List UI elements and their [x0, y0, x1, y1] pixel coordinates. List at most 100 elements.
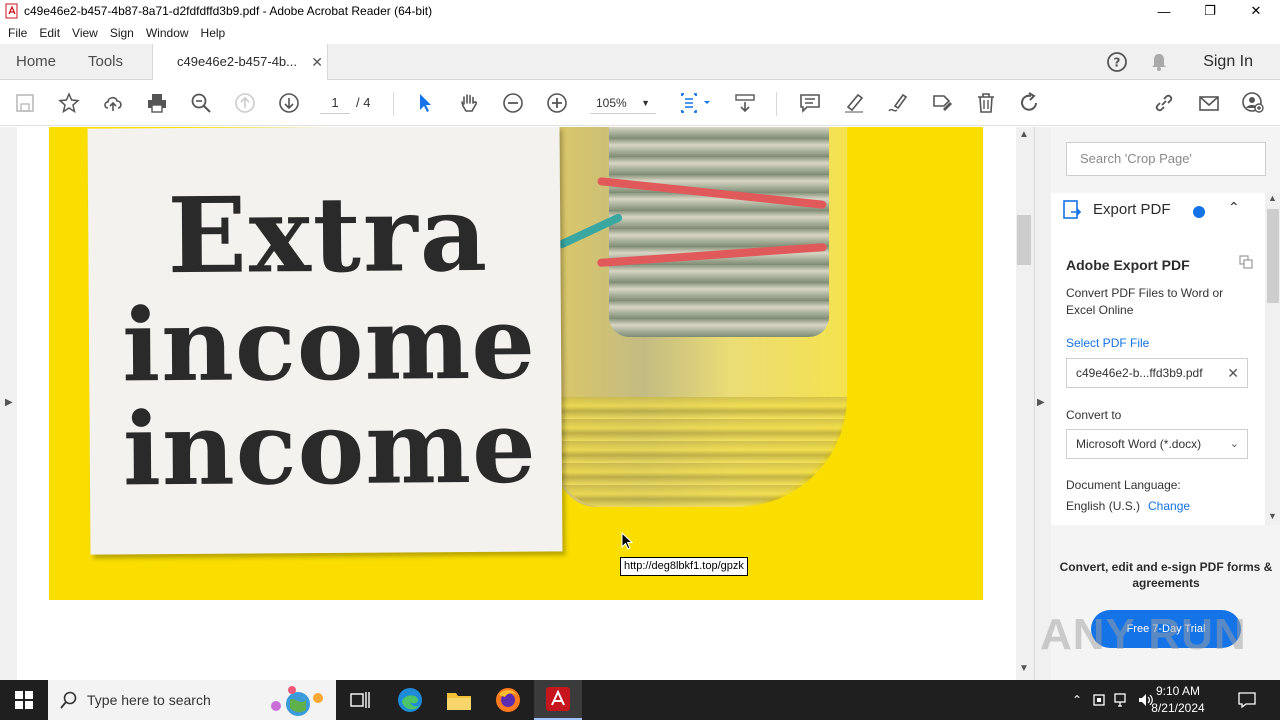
- copy-icon[interactable]: [1239, 255, 1253, 269]
- taskbar-search-box[interactable]: Type here to search: [48, 680, 336, 720]
- acrobat-taskbar-icon[interactable]: [534, 680, 582, 720]
- bookmark-star-icon[interactable]: [57, 91, 81, 115]
- document-scrollbar[interactable]: ▲ ▼ ▶: [1016, 127, 1044, 680]
- convert-format-value: Microsoft Word (*.docx): [1076, 437, 1202, 451]
- selected-file-name: c49e46e2-b...ffd3b9.pdf: [1076, 366, 1203, 380]
- close-window-button[interactable]: ✕: [1233, 0, 1279, 22]
- close-tab-icon[interactable]: ✕: [311, 44, 323, 80]
- selected-file-field[interactable]: c49e46e2-b...ffd3b9.pdf ✕: [1066, 358, 1248, 388]
- link-tooltip: http://deg8lbkf1.top/gpzk: [620, 557, 748, 576]
- left-pane-toggle[interactable]: ▶: [0, 127, 17, 680]
- select-pdf-file-link[interactable]: Select PDF File: [1066, 336, 1149, 350]
- toolbar-divider: [776, 92, 777, 116]
- document-language-label: Document Language:: [1066, 478, 1181, 492]
- menu-file[interactable]: File: [8, 26, 27, 40]
- promo-text: Convert, edit and e-sign PDF forms & agr…: [1059, 560, 1273, 590]
- email-icon[interactable]: [1197, 91, 1221, 115]
- scrollbar-thumb[interactable]: [1017, 215, 1031, 265]
- pdf-page: Extra income income: [17, 127, 1016, 680]
- previous-page-icon[interactable]: [233, 91, 257, 115]
- page-image[interactable]: Extra income income: [49, 127, 983, 600]
- acrobat-app-icon: [5, 3, 18, 19]
- taskbar-search-placeholder: Type here to search: [87, 692, 211, 708]
- ethernet-icon[interactable]: [1114, 693, 1130, 707]
- comment-icon[interactable]: [798, 91, 822, 115]
- page-total: / 4: [356, 95, 371, 110]
- sign-in-button[interactable]: Sign In: [1203, 44, 1253, 80]
- clock-time: 9:10 AM: [1155, 684, 1201, 698]
- upload-cloud-icon[interactable]: [101, 91, 125, 115]
- note-line-3: income: [122, 387, 538, 509]
- toolbar: 1 / 4 105% ▼: [0, 80, 1280, 126]
- tools-pane-content: Search 'Crop Page' Export PDF ⌃ Adobe Ex…: [1051, 127, 1280, 680]
- menu-view[interactable]: View: [72, 26, 98, 40]
- help-icon[interactable]: ?: [1106, 51, 1128, 73]
- taskbar-clock[interactable]: 9:10 AM 8/21/2024: [1140, 683, 1216, 717]
- zoom-level-select[interactable]: 105% ▼: [590, 92, 656, 114]
- pane-scrollbar-thumb[interactable]: [1267, 209, 1279, 303]
- save-icon[interactable]: [13, 91, 37, 115]
- scroll-mode-icon[interactable]: [733, 91, 757, 115]
- chevron-up-icon[interactable]: ⌃: [1228, 199, 1240, 216]
- network-status-icon[interactable]: [1092, 693, 1106, 707]
- change-language-link[interactable]: Change: [1148, 499, 1190, 513]
- note-line-2: income: [121, 283, 537, 405]
- adobe-export-pdf-title: Adobe Export PDF: [1066, 257, 1190, 273]
- tab-document[interactable]: c49e46e2-b457-4b... ✕: [152, 44, 328, 81]
- restore-button[interactable]: ❐: [1187, 0, 1233, 22]
- tools-search-input[interactable]: Search 'Crop Page': [1066, 142, 1266, 176]
- windows-logo-icon: [15, 691, 33, 709]
- scroll-down-icon[interactable]: ▼: [1268, 511, 1277, 521]
- rotate-icon[interactable]: [1018, 91, 1042, 115]
- draw-sign-icon[interactable]: [886, 91, 910, 115]
- zoom-in-icon[interactable]: [545, 91, 569, 115]
- zoom-out-icon[interactable]: [501, 91, 525, 115]
- note-line-1: Extra: [167, 171, 490, 298]
- file-explorer-icon[interactable]: [435, 680, 483, 720]
- zoom-level-value: 105%: [596, 96, 627, 110]
- menu-help[interactable]: Help: [201, 26, 226, 40]
- delete-trash-icon[interactable]: [974, 91, 998, 115]
- show-hidden-icons-chevron-icon[interactable]: ⌃: [1072, 693, 1082, 707]
- next-page-icon[interactable]: [277, 91, 301, 115]
- window-title: c49e46e2-b457-4b87-8a71-d2fdfdffd3b9.pdf…: [24, 4, 433, 18]
- highlight-pen-icon[interactable]: [842, 91, 866, 115]
- minimize-button[interactable]: —: [1141, 0, 1187, 22]
- svg-text:?: ?: [1114, 56, 1121, 70]
- print-icon[interactable]: [145, 91, 169, 115]
- firefox-icon[interactable]: [484, 680, 532, 720]
- expand-left-pane-icon[interactable]: ▶: [5, 397, 13, 408]
- share-link-icon[interactable]: [1152, 91, 1176, 115]
- scroll-down-icon[interactable]: ▼: [1019, 663, 1029, 674]
- select-cursor-icon[interactable]: [413, 91, 437, 115]
- add-user-icon[interactable]: [1241, 91, 1265, 115]
- pane-scrollbar[interactable]: ▲ ▼: [1265, 193, 1280, 525]
- fill-sign-icon[interactable]: [930, 91, 954, 115]
- anyrun-watermark: ANY RUN: [1040, 610, 1247, 659]
- hand-tool-icon[interactable]: [457, 91, 481, 115]
- page-number-input[interactable]: 1: [320, 92, 350, 114]
- search-icon: [60, 691, 77, 709]
- chevron-down-icon: ⌄: [1229, 438, 1239, 450]
- remove-file-icon[interactable]: ✕: [1227, 359, 1239, 387]
- menu-sign[interactable]: Sign: [110, 26, 134, 40]
- edge-browser-icon[interactable]: [386, 680, 434, 720]
- start-button[interactable]: [0, 680, 48, 720]
- document-view[interactable]: ▶ Extra income income ▲ ▼ ▶ http://deg8l…: [0, 127, 1044, 680]
- task-view-icon[interactable]: [336, 680, 384, 720]
- notifications-bell-icon[interactable]: [1148, 51, 1170, 73]
- notification-center-icon[interactable]: [1226, 680, 1268, 720]
- page-fit-icon[interactable]: [678, 91, 714, 115]
- export-pdf-header[interactable]: Export PDF: [1093, 201, 1171, 218]
- collapse-pane-icon[interactable]: ▶: [1037, 397, 1045, 408]
- export-description: Convert PDF Files to Word or Excel Onlin…: [1066, 286, 1224, 317]
- zoom-search-icon[interactable]: [189, 91, 213, 115]
- scroll-up-icon[interactable]: ▲: [1268, 193, 1277, 203]
- tab-tools[interactable]: Tools: [88, 44, 123, 80]
- tab-home[interactable]: Home: [16, 44, 56, 80]
- convert-format-select[interactable]: Microsoft Word (*.docx) ⌄: [1066, 429, 1248, 459]
- menu-window[interactable]: Window: [146, 26, 189, 40]
- menu-bar: File Edit View Sign Window Help: [0, 22, 1280, 44]
- menu-edit[interactable]: Edit: [39, 26, 60, 40]
- scroll-up-icon[interactable]: ▲: [1019, 129, 1029, 140]
